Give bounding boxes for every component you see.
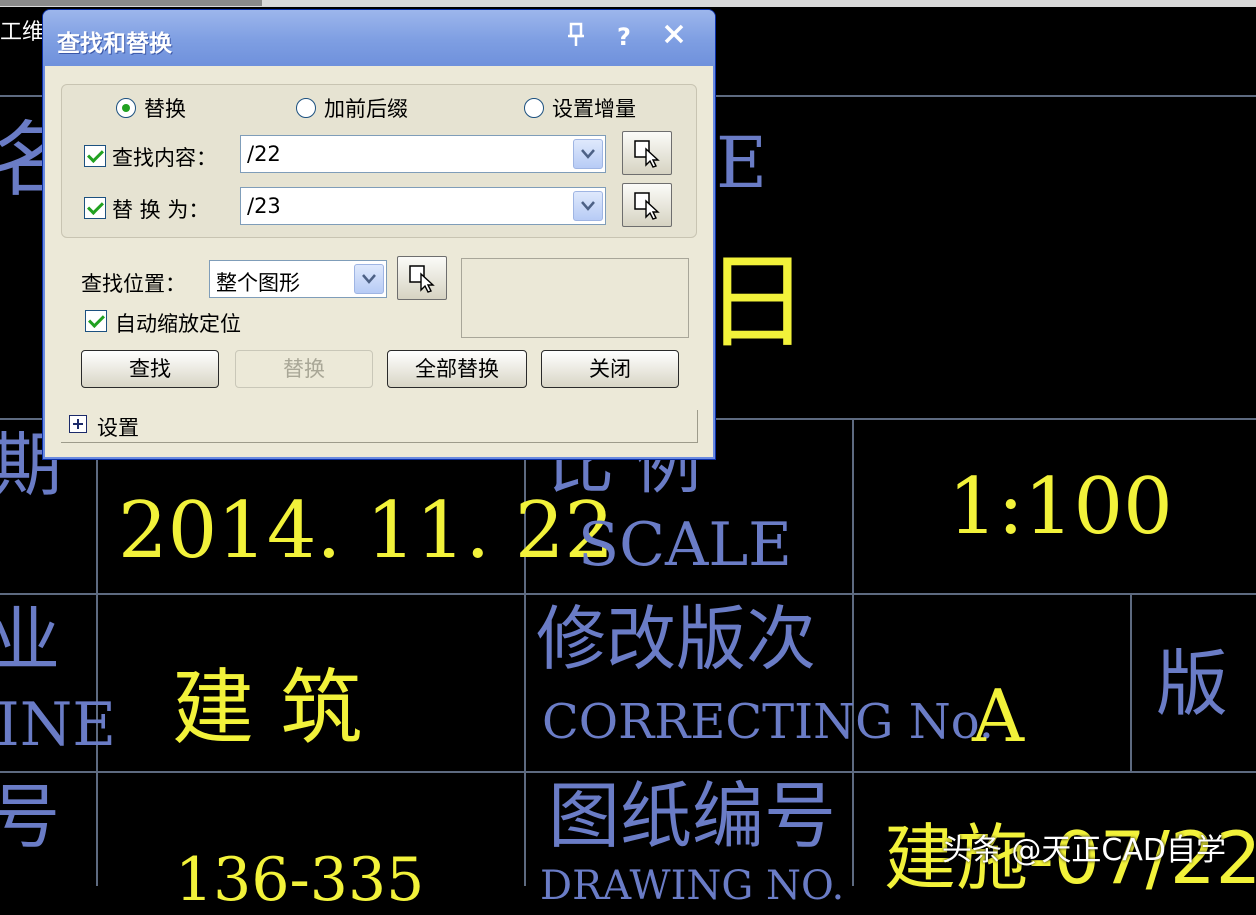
cad-version-char: 版 [1156,642,1229,726]
cad-left-char: 业 [0,599,60,681]
plus-icon[interactable] [69,415,87,433]
help-icon[interactable]: ? [609,22,639,52]
cad-top-toolbar-strip [0,0,1256,7]
cad-drawing-no-cn: 图纸编号 [548,774,837,858]
chevron-down-icon[interactable] [354,264,384,294]
dialog-title: 查找和替换 [57,31,172,57]
settings-toggle[interactable]: 设置 [97,412,139,442]
radio-label: 替换 [144,97,186,121]
cad-scale-value: 1:100 [948,462,1173,552]
cad-right-yellow: 日 [705,241,810,363]
replace-value: /23 [247,194,281,218]
radio-label: 设置增量 [552,97,636,121]
cad-right-partial: E [716,122,768,204]
cad-scale-en: SCALE [578,510,792,580]
cad-revision-value: A [972,674,1024,758]
grid-line [96,418,98,886]
chevron-down-icon[interactable] [573,191,603,221]
scope-value: 整个图形 [216,271,300,295]
radio-label: 加前后缀 [324,97,408,121]
toolbar-segment [0,0,262,6]
preview-panel [461,258,689,338]
grid-line [0,593,1256,595]
find-replace-dialog: 查找和替换 ? 替换 加前后缀 设置增量 查找内容： /22 替 换 为： /2… [42,9,716,460]
pin-icon[interactable] [561,22,591,52]
pick-from-drawing-button[interactable] [622,131,672,175]
find-input[interactable]: /22 [240,135,606,173]
close-icon[interactable] [659,22,689,52]
auto-zoom-checkbox[interactable] [85,310,107,332]
cad-date-value: 2014. 11. 22 [118,486,615,576]
close-button[interactable]: 关闭 [541,350,679,388]
radio-increment[interactable]: 设置增量 [524,93,636,123]
radio-prefix-suffix[interactable]: 加前后缀 [296,93,408,123]
cad-left-en: INE [0,690,116,760]
pick-from-drawing-button[interactable] [622,183,672,227]
scope-select[interactable]: 整个图形 [209,260,387,298]
find-button[interactable]: 查找 [81,350,219,388]
cad-revision-cn: 修改版次 [536,598,816,680]
cad-project-no: 136-335 [175,845,425,915]
replace-all-button[interactable]: 全部替换 [387,350,527,388]
pick-scope-button[interactable] [397,256,447,300]
replace-input[interactable]: /23 [240,187,606,225]
replace-checkbox[interactable] [84,197,106,219]
options-group: 替换 加前后缀 设置增量 查找内容： /22 替 换 为： /23 [61,84,697,238]
watermark: 头条 @天正CAD自学 [941,833,1226,868]
grid-line [852,418,854,886]
cad-left-char: 号 [0,776,60,858]
radio-circle [524,98,544,118]
settings-section: 设置 [61,410,698,443]
find-value: /22 [247,142,281,166]
grid-line [0,771,1256,773]
radio-circle [116,98,136,118]
radio-circle [296,98,316,118]
cad-revision-en: CORRECTING No. [542,694,995,750]
cad-discipline-value: 建 筑 [172,661,363,756]
find-checkbox[interactable] [84,145,106,167]
chevron-down-icon[interactable] [573,139,603,169]
auto-zoom-label: 自动缩放定位 [115,312,241,336]
radio-replace[interactable]: 替换 [116,93,186,123]
replace-label: 替 换 为： [112,198,210,222]
find-label: 查找内容： [112,146,217,170]
grid-line [1130,593,1132,771]
dialog-titlebar[interactable]: 查找和替换 ? [43,10,715,66]
scope-label: 查找位置： [81,272,186,296]
dialog-body: 替换 加前后缀 设置增量 查找内容： /22 替 换 为： /23 查找位置： … [47,66,711,455]
cad-drawing-no-en: DRAWING NO. [540,863,845,909]
replace-button[interactable]: 替换 [235,350,373,388]
